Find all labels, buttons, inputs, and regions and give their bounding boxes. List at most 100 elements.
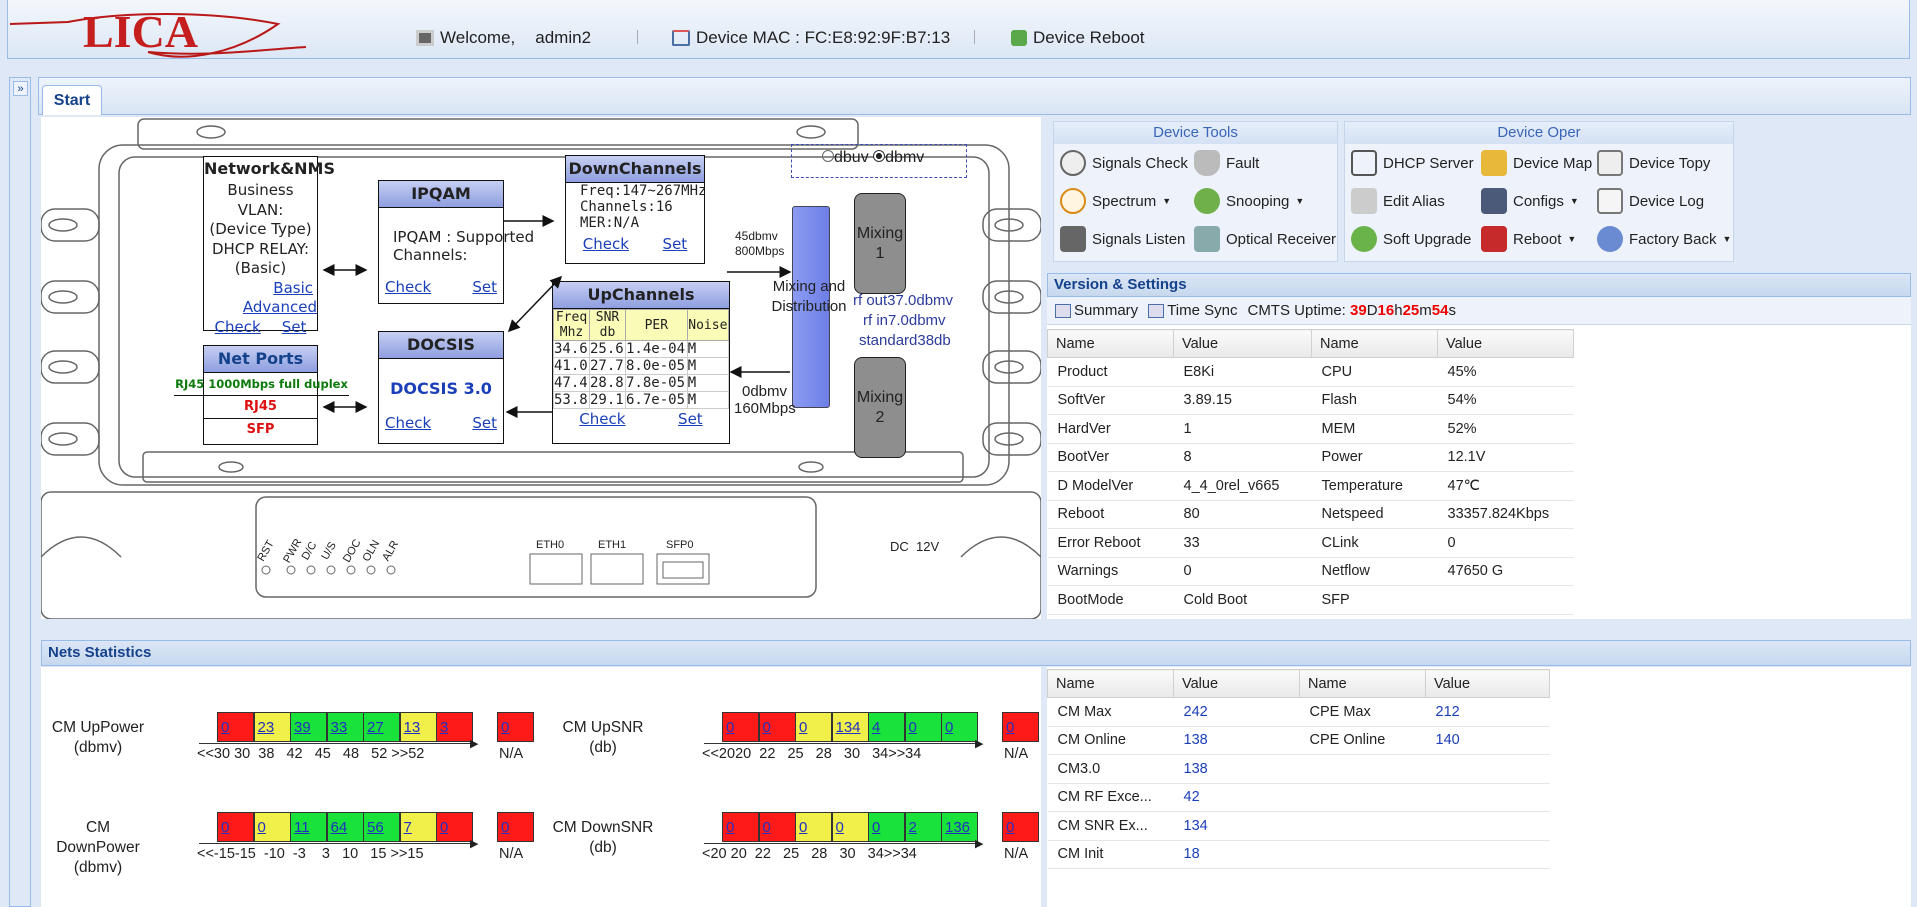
dbuv-radio[interactable] (822, 150, 834, 162)
stat-value-link[interactable]: 23 (258, 719, 275, 736)
col-header[interactable]: Name (1047, 669, 1174, 698)
expand-sidebar-button[interactable]: » (13, 81, 28, 96)
stat-value-link[interactable]: 134 (836, 719, 861, 736)
stat-value-link[interactable]: 4 (872, 719, 880, 736)
stat-value-link[interactable]: 0 (872, 819, 880, 836)
stat-na-link[interactable]: 0 (501, 719, 509, 736)
stat-na-link[interactable]: 0 (1006, 719, 1014, 736)
time-sync-button[interactable]: Time Sync (1148, 302, 1237, 319)
version-cell: Netspeed (1311, 500, 1438, 529)
docsis-check-link[interactable]: Check (385, 414, 431, 432)
stat-value-link[interactable]: 2 (909, 819, 917, 836)
stat-value-link[interactable]: 0 (763, 719, 771, 736)
reboot-dropdown[interactable]: Reboot ▼ (1481, 226, 1576, 252)
device-diagram: RST PWR D/C U/S DOC OLN ALR ETH0 ETH1 SF… (41, 117, 1041, 619)
col-header[interactable]: Name (1047, 329, 1174, 358)
summary-button[interactable]: Summary (1055, 302, 1138, 319)
rj45-port: RJ45 (204, 396, 317, 419)
stat-value-link[interactable]: 0 (799, 719, 807, 736)
stat-value-link[interactable]: 3 (440, 719, 448, 736)
ipqam-set-link[interactable]: Set (472, 278, 497, 296)
down-set-link[interactable]: Set (663, 235, 688, 253)
soft-upgrade-button[interactable]: Soft Upgrade (1351, 226, 1471, 252)
ipqam-check-link[interactable]: Check (385, 278, 431, 296)
col-header[interactable]: Value (1425, 669, 1550, 698)
shield-icon (1194, 150, 1220, 176)
device-log-button[interactable]: Device Log (1597, 188, 1704, 214)
dropdown-arrow-icon: ▼ (1569, 196, 1579, 206)
device-topy-button[interactable]: Device Topy (1597, 150, 1710, 176)
stat-value-link[interactable]: 0 (909, 719, 917, 736)
stat-value-link[interactable]: 0 (221, 819, 229, 836)
nets-cell (1299, 811, 1426, 841)
stat-value-link[interactable]: 0 (726, 719, 734, 736)
up-set-link[interactable]: Set (678, 410, 703, 428)
vlan-label: Business VLAN: (227, 181, 294, 219)
stat-segment: 0 (217, 812, 254, 842)
stat-value-link[interactable]: 0 (836, 819, 844, 836)
stat-value-link[interactable]: 13 (404, 719, 421, 736)
spectrum-icon (1060, 188, 1086, 214)
stat-segment: 7 (399, 812, 437, 842)
col-header[interactable]: Value (1437, 329, 1574, 358)
docsis-version: DOCSIS 3.0 (390, 379, 492, 398)
stat-value-link[interactable]: 0 (221, 719, 229, 736)
spectrum-dropdown[interactable]: Spectrum ▼ (1060, 188, 1171, 214)
device-topy-label: Device Topy (1629, 154, 1711, 172)
version-toolbar: Summary Time Sync CMTS Uptime: 39D16h25m… (1047, 297, 1911, 325)
edit-alias-button[interactable]: Edit Alias (1351, 188, 1445, 214)
signals-check-button[interactable]: Signals Check (1060, 150, 1188, 176)
dbmv-radio[interactable] (873, 150, 886, 162)
col-header[interactable]: Name (1299, 669, 1426, 698)
rf-in: rf in7.0dbmv (863, 312, 946, 329)
stat-value-link[interactable]: 0 (799, 819, 807, 836)
factory-back-dropdown[interactable]: Factory Back ▼ (1597, 226, 1731, 252)
advanced-link[interactable]: Advanced (243, 298, 317, 316)
stat-na-link[interactable]: 0 (501, 819, 509, 836)
welcome-area: Welcome, admin2 (416, 28, 591, 48)
stat-value-link[interactable]: 33 (331, 719, 348, 736)
stat-value-link[interactable]: 0 (258, 819, 266, 836)
version-cell: 47650 G (1437, 557, 1574, 586)
stat-value-link[interactable]: 27 (367, 719, 384, 736)
stat-value-link[interactable]: 39 (294, 719, 311, 736)
stat-segment: 0 (722, 712, 759, 742)
docsis-set-link[interactable]: Set (472, 414, 497, 432)
stat-value-link[interactable]: 0 (763, 819, 771, 836)
up-check-link[interactable]: Check (579, 410, 625, 428)
col-header[interactable]: Value (1173, 669, 1300, 698)
stat-value-link[interactable]: 56 (367, 819, 384, 836)
col-header[interactable]: Name (1311, 329, 1438, 358)
down-check-link[interactable]: Check (583, 235, 629, 253)
nets-row: CM Online 138 CPE Online 140 (1047, 726, 1550, 755)
up-row: 41.0 27.7 8.0e-05 M (553, 357, 730, 375)
stat-value-link[interactable]: 11 (294, 819, 310, 836)
configs-dropdown[interactable]: Configs ▼ (1481, 188, 1579, 214)
stat-na-label: N/A (499, 846, 524, 862)
signals-listen-button[interactable]: Signals Listen (1060, 226, 1185, 252)
stat-value-link[interactable]: 0 (945, 719, 953, 736)
port-label-sfp0: SFP0 (666, 539, 694, 551)
stat-value-link[interactable]: 7 (404, 819, 412, 836)
version-settings-panel: Version & Settings Summary Time Sync CMT… (1047, 273, 1911, 619)
uptime-label: CMTS Uptime: (1247, 302, 1346, 319)
up-cell: M (686, 357, 730, 375)
basic-link[interactable]: Basic (273, 279, 313, 297)
network-check-link[interactable]: Check (215, 318, 261, 338)
dhcp-server-button[interactable]: DHCP Server (1351, 150, 1474, 176)
optical-receiver-button[interactable]: Optical Receiver (1194, 226, 1336, 252)
stat-na-link[interactable]: 0 (1006, 819, 1014, 836)
device-reboot-button[interactable]: Device Reboot (1011, 28, 1145, 48)
stat-value-link[interactable]: 0 (726, 819, 734, 836)
stat-segment: 3 (436, 712, 473, 742)
fault-button[interactable]: Fault (1194, 150, 1259, 176)
version-cell: 1 (1173, 414, 1312, 444)
stat-value-link[interactable]: 136 (945, 819, 970, 836)
snooping-dropdown[interactable]: Snooping ▼ (1194, 188, 1304, 214)
col-header[interactable]: Value (1173, 329, 1312, 358)
network-set-link[interactable]: Set (282, 318, 307, 338)
device-map-button[interactable]: Device Map (1481, 150, 1592, 176)
stat-value-link[interactable]: 0 (440, 819, 448, 836)
tab-start[interactable]: Start (42, 85, 102, 115)
stat-value-link[interactable]: 64 (331, 819, 348, 836)
